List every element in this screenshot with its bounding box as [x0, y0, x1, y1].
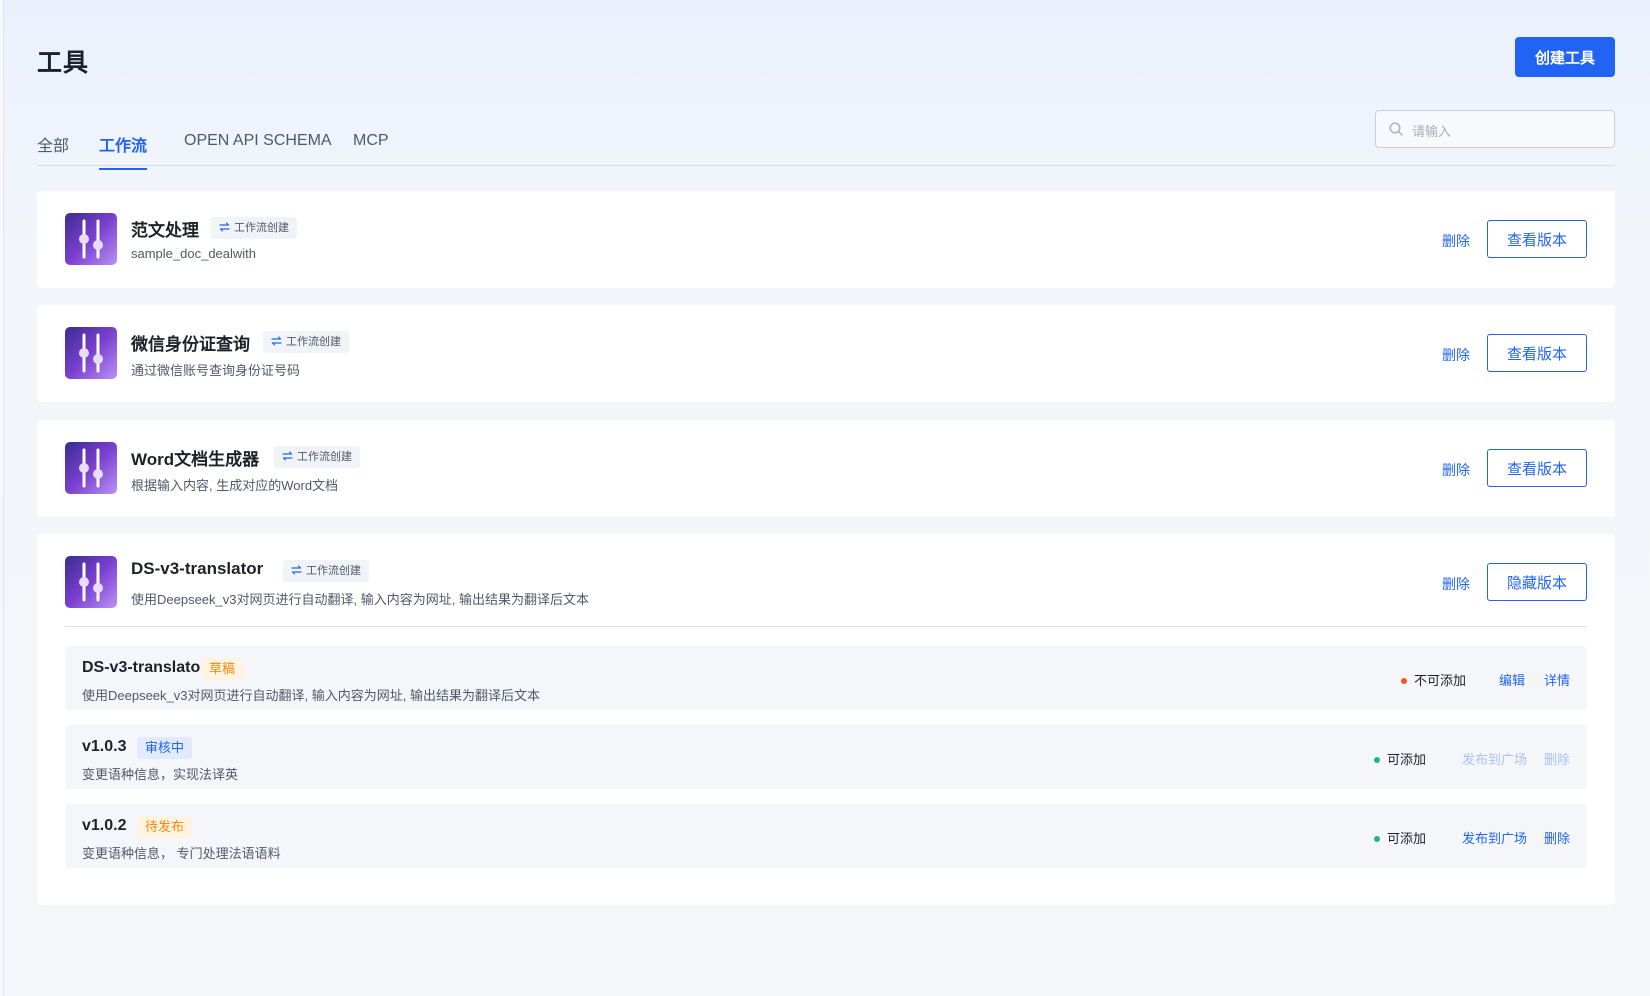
in-review-badge: 审核中	[137, 737, 193, 759]
version-name: DS-v3-translator	[82, 659, 207, 676]
workflow-tool-icon	[65, 213, 117, 265]
status-dot	[1373, 835, 1380, 842]
tool-description: 使用Deepseek_v3对网页进行自动翻译, 输入内容为网址, 输出结果为翻译…	[131, 592, 589, 607]
view-versions-button[interactable]: 查看版本	[1487, 449, 1587, 487]
tag-label: 工作流创建	[234, 222, 289, 234]
status-unavailable: 不可添加	[1400, 670, 1466, 689]
view-versions-button[interactable]: 查看版本	[1487, 220, 1587, 258]
tab-workflow[interactable]: 工作流	[99, 132, 148, 170]
tool-card: Word文档生成器 工作流创建 根据输入内容, 生成对应的Word文档 删除 查…	[37, 420, 1615, 517]
tool-description: sample_doc_dealwith	[131, 246, 257, 261]
view-versions-button[interactable]: 查看版本	[1487, 334, 1587, 372]
left-edge	[0, 0, 4, 996]
tab-mcp[interactable]: MCP	[353, 132, 389, 162]
tool-name: 范文处理	[131, 221, 199, 240]
version-row: v1.0.2 待发布 变更语种信息， 专门处理法语语料 可添加 发布到广场 删除	[65, 804, 1587, 868]
version-row-draft: DS-v3-translator 草稿 使用Deepseek_v3对网页进行自动…	[65, 646, 1587, 710]
tag-label: 工作流创建	[286, 336, 341, 348]
swap-icon	[282, 451, 293, 461]
status-dot	[1400, 677, 1407, 684]
pending-publish-badge: 待发布	[137, 816, 193, 838]
workflow-tool-icon	[65, 556, 117, 608]
workflow-tool-icon	[65, 327, 117, 379]
version-description: 使用Deepseek_v3对网页进行自动翻译, 输入内容为网址, 输出结果为翻译…	[82, 688, 540, 703]
publish-to-plaza-link[interactable]: 发布到广场	[1462, 828, 1527, 847]
workflow-created-tag: 工作流创建	[263, 331, 349, 353]
delete-link[interactable]: 删除	[1442, 345, 1470, 365]
status-available: 可添加	[1373, 828, 1426, 847]
swap-icon	[271, 336, 282, 346]
divider	[65, 626, 1587, 627]
version-description: 变更语种信息，实现法译英	[82, 767, 239, 782]
tool-card: 范文处理 工作流创建 sample_doc_dealwith 删除 查看版本	[37, 191, 1615, 288]
workflow-created-tag: 工作流创建	[211, 217, 297, 239]
workflow-created-tag: 工作流创建	[274, 446, 360, 468]
tool-description: 通过微信账号查询身份证号码	[131, 363, 301, 378]
create-tool-button[interactable]: 创建工具	[1515, 37, 1615, 77]
status-available: 可添加	[1373, 749, 1426, 768]
swap-icon	[219, 222, 230, 232]
tool-name: 微信身份证查询	[131, 335, 250, 354]
version-row: v1.0.3 审核中 变更语种信息，实现法译英 可添加 发布到广场 删除	[65, 725, 1587, 789]
tool-name: Word文档生成器	[131, 450, 260, 469]
tag-label: 工作流创建	[306, 565, 361, 577]
tool-card-expanded: DS-v3-translator 工作流创建 使用Deepseek_v3对网页进…	[37, 534, 1615, 905]
tool-name: DS-v3-translator	[131, 559, 264, 578]
search-box	[1375, 110, 1615, 148]
details-link[interactable]: 详情	[1544, 670, 1570, 689]
delete-version-link[interactable]: 删除	[1544, 828, 1570, 847]
delete-version-link[interactable]: 删除	[1544, 749, 1570, 768]
status-dot	[1373, 756, 1380, 763]
draft-badge: 草稿	[201, 658, 244, 680]
tag-label: 工作流创建	[297, 451, 352, 463]
tool-description: 根据输入内容, 生成对应的Word文档	[131, 478, 339, 493]
search-icon	[1389, 122, 1403, 136]
publish-to-plaza-link[interactable]: 发布到广场	[1462, 749, 1527, 768]
swap-icon	[291, 565, 302, 575]
tool-card: 微信身份证查询 工作流创建 通过微信账号查询身份证号码 删除 查看版本	[37, 305, 1615, 402]
tab-all[interactable]: 全部	[37, 132, 69, 168]
edit-link[interactable]: 编辑	[1499, 670, 1525, 689]
workflow-tool-icon	[65, 442, 117, 494]
search-input[interactable]	[1410, 118, 1604, 144]
hide-versions-button[interactable]: 隐藏版本	[1487, 563, 1587, 601]
version-description: 变更语种信息， 专门处理法语语料	[82, 846, 281, 861]
version-name: v1.0.3	[82, 738, 127, 755]
delete-link[interactable]: 删除	[1442, 574, 1470, 594]
page-title: 工具	[37, 49, 90, 77]
version-name: v1.0.2	[82, 817, 127, 834]
delete-link[interactable]: 删除	[1442, 231, 1470, 251]
tab-openapi-schema[interactable]: OPEN API SCHEMA	[184, 132, 332, 162]
workflow-created-tag: 工作流创建	[283, 560, 369, 582]
delete-link[interactable]: 删除	[1442, 460, 1470, 480]
